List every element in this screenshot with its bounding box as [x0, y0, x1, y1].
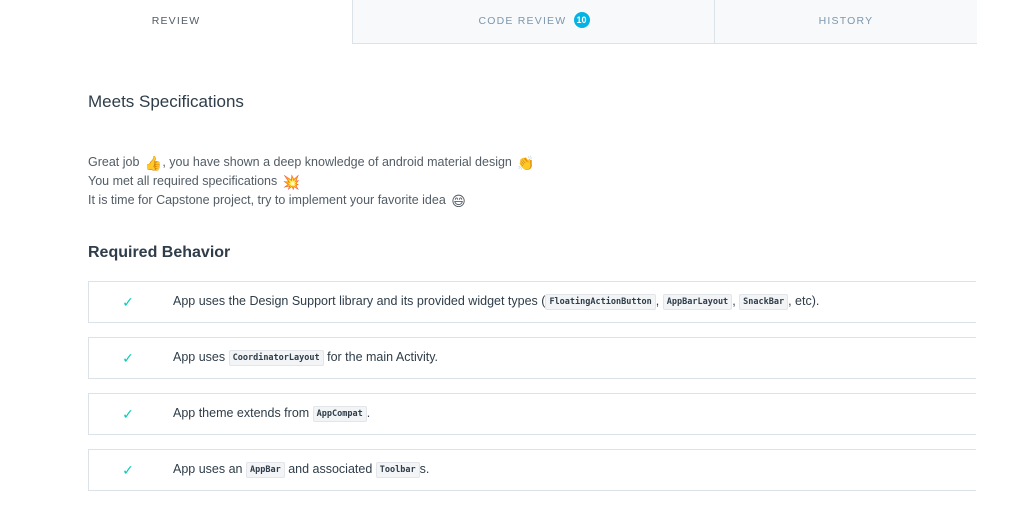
review-tabs: REVIEW CODE REVIEW 10 HISTORY — [0, 0, 977, 44]
criterion-text-part: App uses — [173, 350, 226, 364]
criterion-text-part: App theme extends from — [173, 406, 310, 420]
criterion-text-part: , etc). — [788, 294, 820, 308]
criterion-row: ✓ App theme extends from AppCompat. — [88, 393, 976, 435]
code-app-compat: AppCompat — [312, 406, 367, 422]
tab-review-label: REVIEW — [151, 15, 201, 27]
check-icon: ✓ — [122, 350, 134, 366]
tab-history-label: HISTORY — [818, 15, 874, 27]
criterion-text: App uses the Design Support library and … — [173, 294, 820, 310]
criterion-text-part: for the main Activity. — [327, 350, 439, 364]
criterion-text: App theme extends from AppCompat. — [173, 406, 371, 422]
section-title: Required Behavior — [88, 244, 231, 261]
smile-icon: 😄 — [451, 193, 466, 209]
summary-line-1-start: Great job — [88, 155, 140, 169]
summary-line-1: Great job 👍, you have shown a deep knowl… — [88, 153, 535, 172]
criterion-row: ✓ App uses an AppBar and associated Tool… — [88, 449, 976, 491]
clapping-hands-icon: 👏 — [517, 155, 535, 171]
criterion-text: App uses CoordinatorLayout for the main … — [173, 350, 439, 366]
criterion-text-part: and associated — [288, 462, 373, 476]
criteria-list: ✓ App uses the Design Support library an… — [88, 281, 976, 505]
summary-line-2-text: You met all required specifications — [88, 174, 278, 188]
code-floating-action-button: FloatingActionButton — [545, 294, 656, 310]
tab-history[interactable]: HISTORY — [714, 0, 977, 44]
tab-code-review[interactable]: CODE REVIEW 10 — [352, 0, 715, 44]
criterion-text-part: . — [366, 406, 371, 420]
thumbs-up-icon: 👍 — [144, 155, 163, 171]
reviewer-summary: Great job 👍, you have shown a deep knowl… — [88, 153, 535, 210]
code-app-bar-layout: AppBarLayout — [662, 294, 733, 310]
code-snack-bar: SnackBar — [739, 294, 789, 310]
criterion-separator: , — [655, 294, 660, 308]
criterion-text-part: s. — [419, 462, 430, 476]
code-toolbar: Toolbar — [375, 462, 420, 478]
tab-review[interactable]: REVIEW — [0, 0, 352, 44]
criterion-text: App uses an AppBar and associated Toolba… — [173, 462, 430, 478]
review-result-heading: Meets Specifications — [88, 92, 244, 111]
criterion-text-part: App uses the Design Support library and … — [173, 294, 546, 308]
tab-code-review-label: CODE REVIEW — [478, 15, 567, 27]
code-coordinator-layout: CoordinatorLayout — [228, 350, 324, 366]
criterion-separator: , — [732, 294, 736, 308]
summary-line-3: It is time for Capstone project, try to … — [88, 191, 535, 210]
check-icon: ✓ — [122, 462, 134, 478]
criterion-row: ✓ App uses CoordinatorLayout for the mai… — [88, 337, 976, 379]
criterion-row: ✓ App uses the Design Support library an… — [88, 281, 976, 323]
summary-line-3-text: It is time for Capstone project, try to … — [88, 193, 446, 207]
check-icon: ✓ — [122, 406, 134, 422]
summary-line-1-end: , you have shown a deep knowledge of and… — [162, 155, 512, 169]
code-review-count-badge: 10 — [573, 12, 590, 29]
criterion-text-part: App uses an — [173, 462, 243, 476]
code-app-bar: AppBar — [245, 462, 285, 478]
summary-line-2: You met all required specifications 💥 — [88, 172, 535, 191]
collision-icon: 💥 — [282, 174, 301, 190]
check-icon: ✓ — [122, 294, 134, 310]
